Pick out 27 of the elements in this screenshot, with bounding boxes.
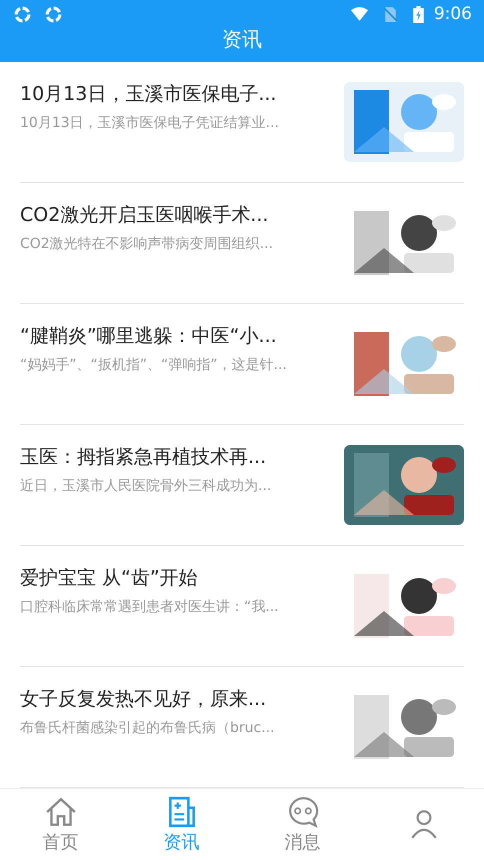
article-summary: 口腔科临床常常遇到患者对医生讲：“我... xyxy=(20,598,280,616)
article-title: 爱护宝宝 从“齿”开始 xyxy=(20,566,199,592)
article-summary: “妈妈手”、“扳机指”、“弹响指”，这是针... xyxy=(20,356,288,374)
no-sim-icon xyxy=(382,6,399,22)
article-item[interactable]: CO2激光开启玉医咽喉手术... CO2激光特在不影响声带病变周围组织... xyxy=(20,182,464,304)
battery-charging-icon xyxy=(412,6,424,22)
nav-tab[interactable]: 首页 xyxy=(0,788,121,860)
article-item[interactable]: 爱护宝宝 从“齿”开始 口腔科临床常常遇到患者对医生讲：“我... xyxy=(20,546,464,667)
article-summary: 10月13日，玉溪市医保电子凭证结算业... xyxy=(20,114,280,132)
sync-icon xyxy=(45,6,62,22)
article-item[interactable]: 女子反复发热不见好，原来... 布鲁氏杆菌感染引起的布鲁氏病（bruc... xyxy=(20,666,464,788)
page-title: 资讯 xyxy=(221,29,263,49)
article-item[interactable]: “腱鞘炎”哪里逃躲：中医“小... “妈妈手”、“扳机指”、“弹响指”，这是针... xyxy=(20,304,464,425)
article-summary: 近日，玉溪市人民医院骨外三科成功为... xyxy=(20,477,272,496)
status-time: 9:06 xyxy=(434,4,472,24)
article-title: 玉医：拇指紧急再植技术再... xyxy=(20,445,268,470)
nav-tab[interactable]: 消息 xyxy=(242,788,363,860)
sync-icon xyxy=(14,6,31,22)
article-summary: 布鲁氏杆菌感染引起的布鲁氏病（bruc... xyxy=(20,719,276,738)
article-item[interactable]: 玉医：拇指紧急再植技术再... 近日，玉溪市人民医院骨外三科成功为... xyxy=(20,424,464,546)
article-summary: CO2激光特在不影响声带病变周围组织... xyxy=(20,235,274,254)
article-title: “腱鞘炎”哪里逃躲：中医“小... xyxy=(20,324,278,350)
wifi-icon xyxy=(350,6,368,22)
article-item[interactable]: 10月13日，玉溪市医保电子... 10月13日，玉溪市医保电子凭证结算业... xyxy=(20,62,464,183)
article-title: CO2激光开启玉医咽喉手术... xyxy=(20,203,270,228)
article-title: 女子反复发热不见好，原来... xyxy=(20,687,268,712)
article-title: 10月13日，玉溪市医保电子... xyxy=(20,82,278,108)
